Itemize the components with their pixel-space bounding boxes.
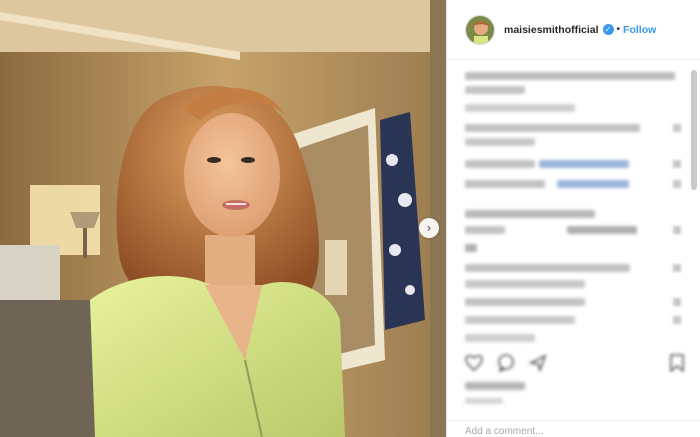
blurred-mention [539, 160, 629, 168]
blurred-text [465, 226, 505, 234]
post-header: maisiesmithofficial ✓ • Follow [447, 0, 700, 60]
heart-icon[interactable] [673, 298, 681, 306]
heart-icon[interactable] [673, 180, 681, 188]
blurred-text [465, 160, 535, 168]
share-icon[interactable] [529, 354, 547, 372]
heart-icon[interactable] [673, 124, 681, 132]
heart-icon[interactable] [465, 354, 483, 372]
add-comment-bar [447, 420, 700, 437]
post-actions [465, 354, 547, 372]
avatar[interactable] [465, 14, 495, 45]
verified-badge-icon: ✓ [602, 24, 614, 35]
next-photo-button[interactable]: › [419, 218, 439, 238]
username-link[interactable]: maisiesmithofficial [504, 24, 599, 36]
blurred-text [465, 298, 585, 306]
blurred-text [465, 244, 477, 252]
comment-bubble-icon[interactable] [497, 354, 515, 372]
post-photo[interactable] [0, 0, 446, 437]
separator-dot: • [616, 24, 621, 35]
blurred-text [465, 138, 535, 146]
heart-icon[interactable] [673, 264, 681, 272]
blurred-text [465, 210, 595, 218]
blurred-text [465, 334, 535, 342]
blurred-text [465, 104, 575, 112]
blurred-text [465, 86, 525, 94]
blurred-text [465, 72, 675, 80]
post-image [0, 0, 446, 437]
blurred-text [465, 280, 585, 288]
heart-icon[interactable] [673, 160, 681, 168]
blurred-timestamp [465, 398, 503, 404]
blurred-text [465, 124, 640, 132]
blurred-text [465, 264, 630, 272]
blurred-text [465, 316, 575, 324]
blurred-likes-count[interactable] [465, 382, 525, 390]
post-side-panel: maisiesmithofficial ✓ • Follow [446, 0, 700, 437]
follow-button[interactable]: Follow [623, 24, 656, 36]
heart-icon[interactable] [673, 316, 681, 324]
chevron-right-icon: › [426, 221, 432, 235]
comments-scrollbar[interactable] [691, 70, 697, 190]
heart-icon[interactable] [673, 226, 681, 234]
add-comment-input[interactable] [465, 421, 665, 437]
blurred-text [465, 180, 545, 188]
comments-list[interactable] [447, 60, 700, 350]
bookmark-icon[interactable] [670, 354, 684, 372]
blurred-text [567, 226, 637, 234]
blurred-mention [557, 180, 629, 188]
